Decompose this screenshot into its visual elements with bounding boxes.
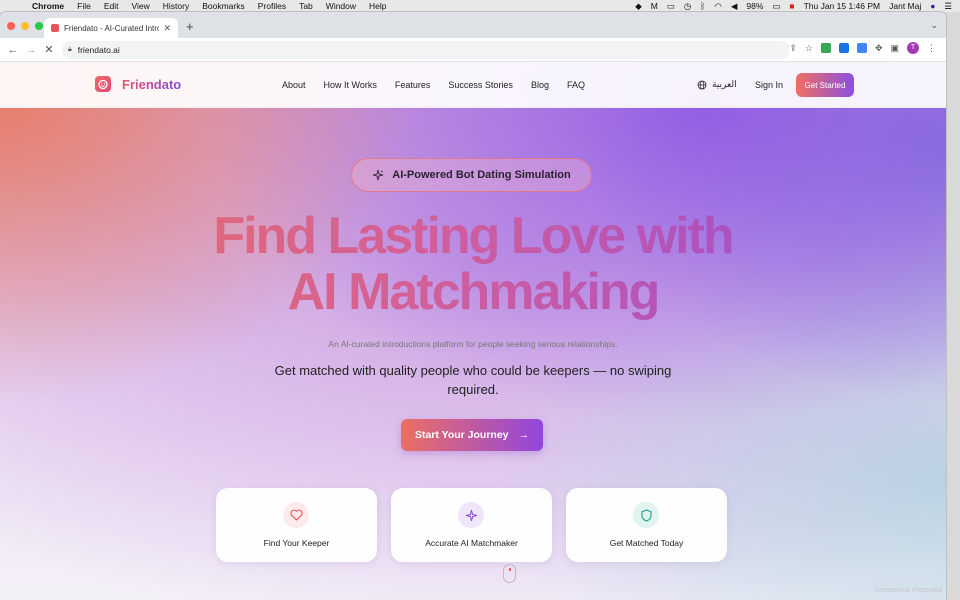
feature-card-matched-today[interactable]: Get Matched Today xyxy=(566,488,727,562)
hero-badge: AI-Powered Bot Dating Simulation xyxy=(351,158,592,192)
drive-extension-icon[interactable] xyxy=(820,43,831,53)
feature-label: Find Your Keeper xyxy=(263,538,330,548)
globe-icon xyxy=(697,80,707,89)
menu-file[interactable]: File xyxy=(77,1,91,11)
headline-line-2: AI Matchmaking xyxy=(287,263,659,321)
browser-window: Friendato - AI-Curated Introdu ✕ + ⌄ ← →… xyxy=(0,12,946,600)
scroll-indicator-icon[interactable] xyxy=(503,564,516,583)
site-navbar: Friendato About How It Works Features Su… xyxy=(0,62,946,108)
screenshot-protected-watermark: Screenshot Protected xyxy=(874,587,942,594)
puzzle-icon[interactable]: ✥ xyxy=(875,43,883,54)
stop-loading-button[interactable]: ✕ xyxy=(40,43,58,56)
menu-window[interactable]: Window xyxy=(326,1,356,11)
battery-icon[interactable]: ▭ xyxy=(772,1,780,12)
macos-menu-bar: Chrome File Edit View History Bookmarks … xyxy=(0,0,960,12)
siri-icon[interactable]: ● xyxy=(930,1,935,11)
close-tab-icon[interactable]: ✕ xyxy=(163,23,171,34)
friendato-logo-icon xyxy=(95,76,111,92)
address-bar[interactable]: 🔒︎ friendato.ai xyxy=(62,41,790,59)
browser-tab-active[interactable]: Friendato - AI-Curated Introdu ✕ xyxy=(44,18,178,38)
share-icon[interactable]: ⇪ xyxy=(789,43,797,54)
wifi-icon[interactable]: ◠ xyxy=(714,1,721,12)
feature-label: Get Matched Today xyxy=(609,538,684,548)
brand-name[interactable]: Friendato xyxy=(122,77,181,92)
heart-icon xyxy=(283,502,309,528)
feature-label: Accurate AI Matchmaker xyxy=(425,538,518,548)
feature-card-keeper[interactable]: Find Your Keeper xyxy=(216,488,377,562)
hero-tagline: An AI-curated introductions platform for… xyxy=(328,339,618,349)
flag-icon[interactable]: ■ xyxy=(789,1,794,11)
friendato-page: Friendato About How It Works Features Su… xyxy=(0,62,946,600)
shield-icon xyxy=(633,502,659,528)
start-journey-button[interactable]: Start Your Journey → xyxy=(401,419,543,451)
back-button[interactable]: ← xyxy=(4,44,22,56)
cta-label: Start Your Journey xyxy=(414,429,509,441)
nav-blog[interactable]: Blog xyxy=(531,80,549,90)
language-label[interactable]: العربية xyxy=(712,79,737,90)
menu-user[interactable]: Jant Maj xyxy=(889,1,921,11)
extension-icon[interactable] xyxy=(838,43,849,53)
close-window-button[interactable] xyxy=(7,22,15,30)
favicon-icon xyxy=(51,24,59,32)
tab-search-icon[interactable]: ⌄ xyxy=(930,20,938,31)
tab-bar: Friendato - AI-Curated Introdu ✕ + ⌄ xyxy=(0,12,946,38)
nav-success-stories[interactable]: Success Stories xyxy=(448,80,513,90)
language-switcher[interactable]: العربية xyxy=(697,79,737,90)
nav-links: About How It Works Features Success Stor… xyxy=(282,80,603,90)
url-text[interactable]: friendato.ai xyxy=(78,45,120,55)
nav-features[interactable]: Features xyxy=(395,80,431,90)
hero-subtitle: Get matched with quality people who coul… xyxy=(274,363,672,397)
menu-app-name[interactable]: Chrome xyxy=(32,1,64,11)
maximize-window-button[interactable] xyxy=(35,22,43,30)
headline-line-1: Find Lasting Love with xyxy=(213,207,733,265)
menu-profiles[interactable]: Profiles xyxy=(258,1,286,11)
sign-in-link[interactable]: Sign In xyxy=(755,80,783,90)
sparkles-icon xyxy=(373,169,384,181)
battery-percent: 98% xyxy=(746,1,764,11)
menu-help[interactable]: Help xyxy=(369,1,386,11)
dropbox-icon[interactable]: ◆ xyxy=(635,1,642,12)
bookmark-star-icon[interactable]: ☆ xyxy=(805,43,813,54)
extension-2-icon[interactable] xyxy=(856,43,867,53)
browser-toolbar: ← → ✕ 🔒︎ friendato.ai ⇪ ☆ ✥ ▣ T ⋮ xyxy=(0,38,946,62)
control-center-icon[interactable]: ☰ xyxy=(944,1,952,12)
sparkles-icon xyxy=(458,502,484,528)
gmail-icon[interactable]: M xyxy=(651,1,658,11)
nav-how-it-works[interactable]: How It Works xyxy=(324,80,377,90)
feature-card-matchmaker[interactable]: Accurate AI Matchmaker xyxy=(391,488,552,562)
more-menu-icon[interactable]: ⋮ xyxy=(927,43,936,54)
hero-badge-text: AI-Powered Bot Dating Simulation xyxy=(392,169,571,181)
tab-title: Friendato - AI-Curated Introdu xyxy=(64,23,160,33)
hero-headline: Find Lasting Love with AI Matchmaking xyxy=(0,208,946,320)
menu-bookmarks[interactable]: Bookmarks xyxy=(202,1,245,11)
menu-edit[interactable]: Edit xyxy=(104,1,119,11)
arrow-right-icon: → xyxy=(518,429,530,441)
screen-mirror-icon[interactable]: ▭ xyxy=(667,1,675,12)
menu-view[interactable]: View xyxy=(131,1,149,11)
clock[interactable]: Thu Jan 15 1:46 PM xyxy=(804,1,881,11)
nav-faq[interactable]: FAQ xyxy=(567,80,585,90)
minimize-window-button[interactable] xyxy=(21,22,29,30)
forward-button[interactable]: → xyxy=(22,44,40,56)
bluetooth-icon[interactable]: ᛒ xyxy=(700,1,705,11)
menu-history[interactable]: History xyxy=(163,1,189,11)
profile-avatar[interactable]: T xyxy=(907,42,919,54)
window-controls xyxy=(7,22,43,30)
lock-icon[interactable]: 🔒︎ xyxy=(68,46,72,54)
time-machine-icon[interactable]: ◷ xyxy=(684,1,691,12)
brand[interactable]: Friendato xyxy=(95,76,181,92)
sidepanel-icon[interactable]: ▣ xyxy=(890,43,899,54)
get-started-button[interactable]: Get Started xyxy=(796,73,854,97)
nav-about[interactable]: About xyxy=(282,80,306,90)
menu-tab[interactable]: Tab xyxy=(299,1,313,11)
volume-icon[interactable]: ◀ xyxy=(731,1,738,12)
new-tab-button[interactable]: + xyxy=(186,19,194,34)
